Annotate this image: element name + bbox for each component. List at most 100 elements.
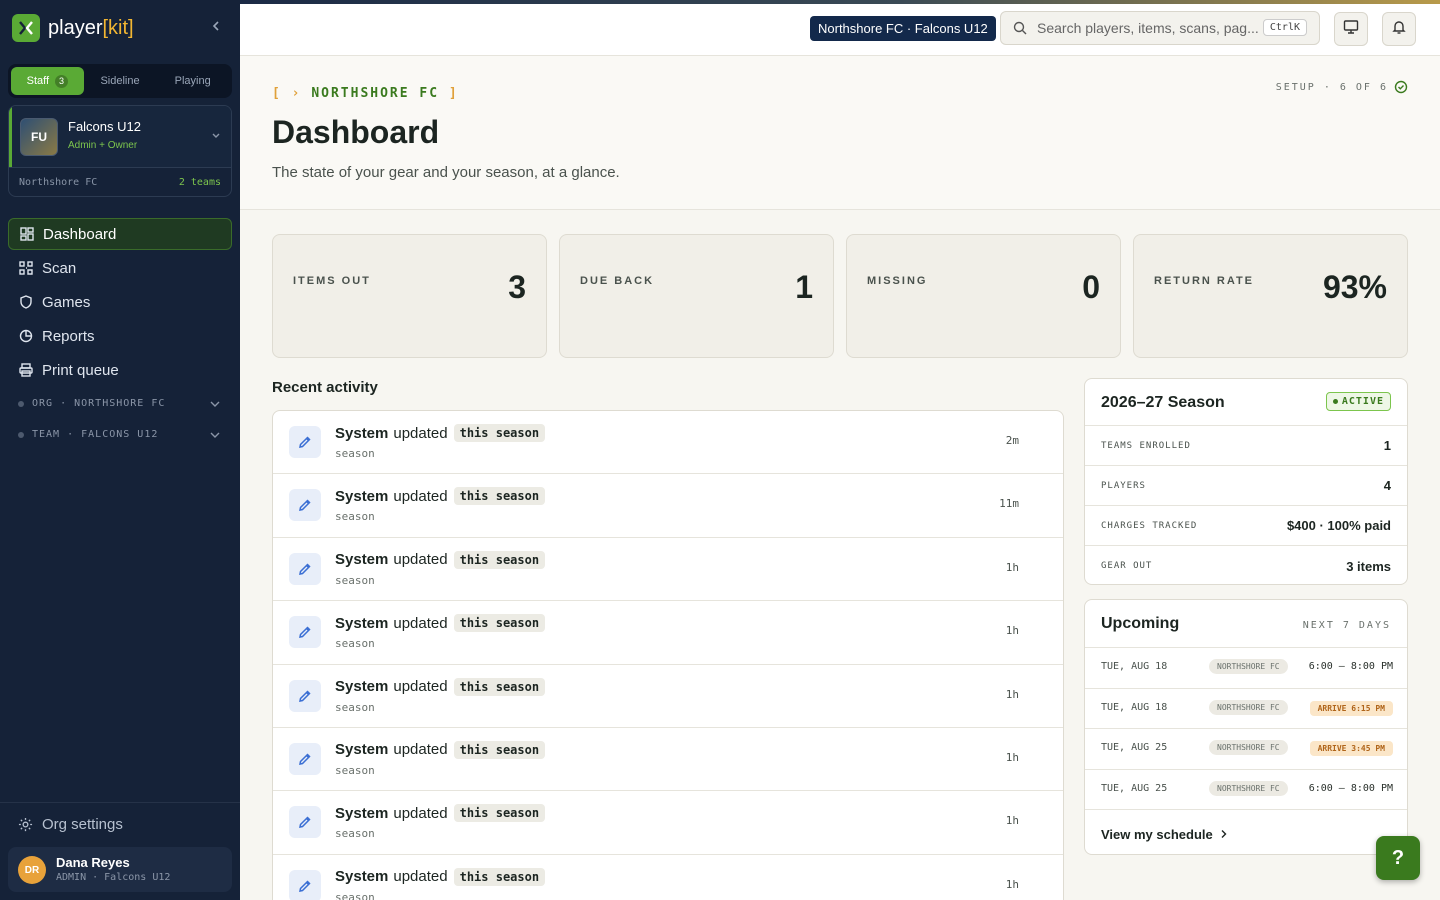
mode-switcher: Staff 3 Sideline Playing: [8, 64, 232, 98]
context-pill[interactable]: Northshore FC · Falcons U12: [810, 16, 996, 41]
staff-count-badge: 3: [55, 74, 69, 88]
page-header: [ › NORTHSHORE FC ] Dashboard The state …: [240, 56, 1440, 210]
event-row[interactable]: TUE, AUG 18 NORTHSHORE FC ARRIVE 6:15 PM: [1085, 689, 1407, 729]
status-dot-icon: [1332, 399, 1338, 404]
activity-row[interactable]: System updated this season season 1h: [273, 601, 1063, 665]
stat-return-rate[interactable]: RETURN RATE 93%: [1133, 234, 1408, 358]
shortcut-hint: CtrlK: [1262, 19, 1307, 36]
group-dot-icon: [18, 431, 24, 438]
activity-row[interactable]: System updated this season season 1h: [273, 855, 1063, 900]
nav-group-team[interactable]: TEAM · FALCONS U12: [8, 419, 232, 450]
pencil-icon: [289, 552, 321, 585]
team-avatar: FU: [20, 118, 58, 156]
activity-row[interactable]: System updated this season season 11m: [273, 474, 1063, 538]
nav-item-print-queue[interactable]: Print queue: [8, 354, 232, 386]
org-tag: NORTHSHORE FC: [1209, 659, 1288, 674]
recent-activity-title: Recent activity: [272, 379, 378, 396]
notifications-button[interactable]: [1382, 12, 1416, 46]
mode-playing[interactable]: Playing: [156, 67, 229, 95]
breadcrumb[interactable]: [ › NORTHSHORE FC ]: [272, 86, 459, 101]
org-tag: NORTHSHORE FC: [1209, 740, 1288, 755]
playerkit-logo-icon: [12, 14, 40, 42]
team-org: Northshore FC: [19, 177, 98, 188]
nav-item-dashboard[interactable]: Dashboard: [8, 218, 232, 250]
nav-group-org[interactable]: ORG · NORTHSHORE FC: [8, 388, 232, 419]
display-mode-button[interactable]: [1334, 12, 1368, 46]
user-role: ADMIN · Falcons U12: [56, 872, 171, 883]
shield-icon: [18, 294, 34, 310]
user-card[interactable]: DR Dana Reyes ADMIN · Falcons U12: [8, 847, 232, 892]
bell-icon: [1391, 19, 1407, 40]
org-tag: NORTHSHORE FC: [1209, 780, 1288, 796]
season-row-players: PLAYERS 4: [1085, 466, 1407, 506]
season-title: 2026–27 Season: [1101, 394, 1225, 411]
monitor-icon: [1343, 19, 1359, 40]
org-settings-link[interactable]: Org settings: [18, 816, 123, 833]
sidebar-divider: [0, 802, 240, 803]
pencil-icon: [289, 742, 321, 775]
grid-icon: [19, 226, 35, 242]
chevron-right-icon: [1219, 827, 1229, 842]
mode-sideline[interactable]: Sideline: [84, 67, 157, 95]
brand-logo[interactable]: player[kit]: [12, 14, 134, 42]
event-row[interactable]: TUE, AUG 18 NORTHSHORE FC 6:00 – 8:00 PM: [1085, 648, 1407, 689]
arrive-badge: ARRIVE 6:15 PM: [1309, 700, 1393, 716]
upcoming-card: Upcoming NEXT 7 DAYS TUE, AUG 18 NORTHSH…: [1084, 599, 1408, 855]
setup-progress[interactable]: SETUP · 6 OF 6: [1276, 80, 1408, 94]
pencil-icon: [289, 489, 321, 522]
nav-item-games[interactable]: Games: [8, 286, 232, 318]
printer-icon: [18, 362, 34, 378]
gear-icon: [18, 817, 34, 833]
mode-staff[interactable]: Staff 3: [11, 67, 84, 95]
chevron-down-icon: [208, 397, 222, 411]
activity-row[interactable]: System updated this season season 1h: [273, 791, 1063, 855]
main-nav: Dashboard Scan Games Reports Print queue…: [8, 218, 232, 450]
arrive-badge: ARRIVE 3:45 PM: [1309, 741, 1393, 756]
page-subtitle: The state of your gear and your season, …: [272, 164, 620, 181]
stat-missing[interactable]: MISSING 0: [846, 234, 1121, 358]
event-row[interactable]: TUE, AUG 25 NORTHSHORE FC ARRIVE 3:45 PM: [1085, 729, 1407, 770]
stat-due-back[interactable]: DUE BACK 1: [559, 234, 834, 358]
upcoming-range: NEXT 7 DAYS: [1302, 620, 1391, 631]
pencil-icon: [289, 616, 321, 649]
pencil-icon: [289, 426, 321, 458]
activity-row[interactable]: System updated this season season 1h: [273, 538, 1063, 602]
season-row-charges: CHARGES TRACKED $400 · 100% paid: [1085, 506, 1407, 546]
search-icon: [1013, 20, 1029, 36]
event-row[interactable]: TUE, AUG 25 NORTHSHORE FC 6:00 – 8:00 PM: [1085, 770, 1407, 810]
activity-row[interactable]: System updated this season season 2m: [273, 411, 1063, 475]
help-button[interactable]: ?: [1376, 836, 1420, 880]
check-circle-icon: [1394, 80, 1408, 94]
collapse-sidebar-button[interactable]: [206, 18, 226, 38]
pencil-icon: [289, 806, 321, 839]
search-box[interactable]: CtrlK: [1000, 11, 1320, 45]
qr-icon: [18, 260, 34, 276]
search-input[interactable]: [1037, 20, 1261, 36]
chevron-down-icon: [208, 428, 222, 442]
season-row-teams: TEAMS ENROLLED 1: [1085, 426, 1407, 466]
topbar: Northshore FC · Falcons U12 CtrlK: [240, 4, 1440, 56]
activity-row[interactable]: System updated this season season 1h: [273, 728, 1063, 792]
nav-item-scan[interactable]: Scan: [8, 252, 232, 284]
team-switcher[interactable]: FU Falcons U12 Admin + Owner Northshore …: [8, 105, 232, 197]
team-name: Falcons U12: [68, 119, 141, 134]
view-schedule-link[interactable]: View my schedule: [1101, 827, 1229, 842]
chevron-left-icon: [210, 19, 222, 37]
activity-row[interactable]: System updated this season season 1h: [273, 665, 1063, 728]
page-title: Dashboard: [272, 114, 440, 150]
season-card: 2026–27 Season ACTIVE TEAMS ENROLLED 1 PL…: [1084, 378, 1408, 585]
activity-list: System updated this season season 2m Syste…: [272, 410, 1064, 900]
sidebar: player[kit] Staff 3 Sideline Playing FU F…: [0, 0, 240, 900]
org-tag: NORTHSHORE FC: [1209, 699, 1288, 715]
group-dot-icon: [18, 400, 24, 407]
status-badge: ACTIVE: [1325, 392, 1391, 411]
pencil-icon: [289, 869, 321, 900]
chevron-updown-icon: [209, 128, 223, 142]
chart-icon: [18, 328, 34, 344]
avatar: DR: [18, 856, 46, 884]
stat-items-out[interactable]: ITEMS OUT 3: [272, 234, 547, 358]
upcoming-title: Upcoming: [1101, 615, 1180, 632]
pencil-icon: [289, 679, 321, 712]
nav-item-reports[interactable]: Reports: [8, 320, 232, 352]
user-name: Dana Reyes: [56, 855, 130, 870]
